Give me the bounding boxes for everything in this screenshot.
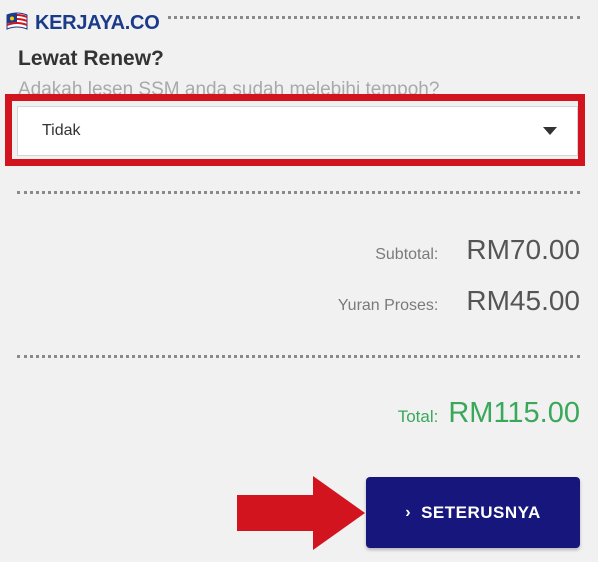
logo-text: KERJAYA.CO <box>35 11 160 34</box>
subtotal-value: RM70.00 <box>466 234 580 265</box>
subtotal-label: Subtotal: <box>375 246 439 263</box>
fee-value: RM45.00 <box>466 285 580 316</box>
section-heading: Lewat Renew? <box>18 47 164 70</box>
page-edge <box>598 0 608 575</box>
total-label: Total: <box>397 407 439 426</box>
subtotal-row: Subtotal: RM70.00 <box>375 234 580 266</box>
chevron-right-icon: › <box>405 503 412 521</box>
total-row: Total: RM115.00 <box>398 397 580 430</box>
flag-icon <box>6 12 28 30</box>
watermark-logo: KERJAYA.CO <box>4 10 166 36</box>
total-value: RM115.00 <box>448 397 580 429</box>
next-button[interactable]: › SETERUSNYA <box>366 477 580 548</box>
page-edge-bottom <box>0 562 608 575</box>
divider <box>17 355 580 358</box>
divider <box>17 191 580 194</box>
annotation-arrow-icon <box>237 476 365 550</box>
fee-row: Yuran Proses: RM45.00 <box>338 285 580 317</box>
next-button-label: SETERUSNYA <box>421 502 541 522</box>
fee-label: Yuran Proses: <box>337 297 439 314</box>
annotation-highlight-box <box>5 94 585 166</box>
